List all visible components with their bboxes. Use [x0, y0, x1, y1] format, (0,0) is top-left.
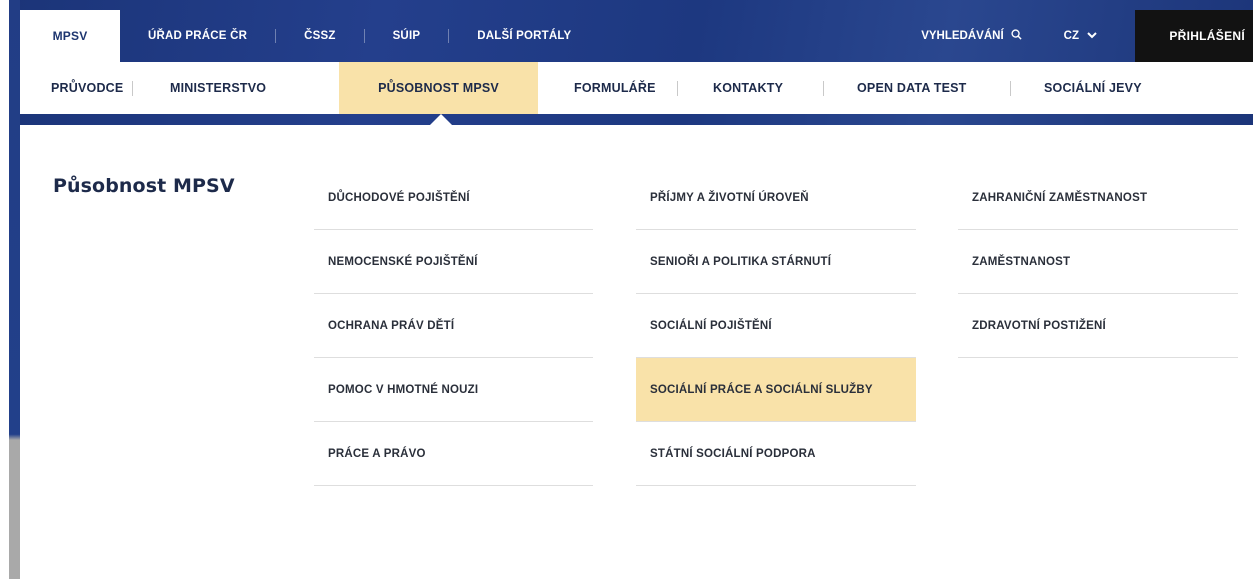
- login-button[interactable]: PŘIHLÁŠENÍ: [1135, 10, 1253, 62]
- menu-item-zamestnanost[interactable]: ZAMĚSTNANOST: [958, 230, 1238, 294]
- language-selector[interactable]: CZ: [1064, 30, 1097, 42]
- portal-link-urad-prace[interactable]: ÚŘAD PRÁCE ČR: [148, 30, 247, 42]
- topbar-right: VYHLEDÁVÁNÍ CZ PŘIHLÁŠENÍ: [921, 10, 1253, 62]
- menu-item-ochrana-prav-deti[interactable]: OCHRANA PRÁV DĚTÍ: [314, 294, 593, 358]
- chevron-down-icon: [1087, 30, 1097, 42]
- menu-item-prijmy-a-zivotni-uroven[interactable]: PŘÍJMY A ŽIVOTNÍ ÚROVEŇ: [636, 166, 916, 230]
- nav-item-ministerstvo[interactable]: MINISTERSTVO: [133, 62, 339, 114]
- nav-item-socialni-jevy[interactable]: SOCIÁLNÍ JEVY: [1011, 62, 1161, 114]
- main-nav: PRŮVODCE MINISTERSTVO PŮSOBNOST MPSV FOR…: [20, 62, 1253, 114]
- menu-item-nemocenske-pojisteni[interactable]: NEMOCENSKÉ POJIŠTĚNÍ: [314, 230, 593, 294]
- page: MPSV ÚŘAD PRÁCE ČR ČSSZ SÚIP DALŠÍ PORTÁ…: [0, 0, 1253, 579]
- language-label: CZ: [1063, 30, 1079, 42]
- search-icon: [1011, 29, 1022, 43]
- topbar-home-mpsv[interactable]: MPSV: [20, 10, 120, 62]
- menu-column-2: PŘÍJMY A ŽIVOTNÍ ÚROVEŇ SENIOŘI A POLITI…: [636, 166, 916, 486]
- portal-link-cssz[interactable]: ČSSZ: [304, 30, 335, 42]
- portal-link-dalsi-portaly[interactable]: DALŠÍ PORTÁLY: [477, 30, 571, 42]
- nav-item-kontakty[interactable]: KONTAKTY: [678, 62, 823, 114]
- nav-item-pusobnost-mpsv[interactable]: PŮSOBNOST MPSV: [339, 62, 538, 114]
- search-label: VYHLEDÁVÁNÍ: [921, 30, 1004, 42]
- nav-item-open-data-test[interactable]: OPEN DATA TEST: [824, 62, 1010, 114]
- mega-menu-dropdown: Působnost MPSV DŮCHODOVÉ POJIŠTĚNÍ NEMOC…: [20, 125, 1253, 579]
- divider: [275, 29, 277, 43]
- divider: [363, 29, 365, 43]
- menu-item-statni-socialni-podpora[interactable]: STÁTNÍ SOCIÁLNÍ PODPORA: [636, 422, 916, 486]
- active-nav-caret: [430, 114, 452, 125]
- menu-column-3: ZAHRANIČNÍ ZAMĚSTNANOST ZAMĚSTNANOST ZDR…: [958, 166, 1238, 358]
- portal-link-suip[interactable]: SÚIP: [393, 30, 421, 42]
- divider: [448, 29, 450, 43]
- nav-item-pruvodce[interactable]: PRŮVODCE: [20, 62, 132, 114]
- menu-item-duchodove-pojisteni[interactable]: DŮCHODOVÉ POJIŠTĚNÍ: [314, 166, 593, 230]
- menu-item-socialni-pojisteni[interactable]: SOCIÁLNÍ POJIŠTĚNÍ: [636, 294, 916, 358]
- search-button[interactable]: VYHLEDÁVÁNÍ: [921, 29, 1022, 43]
- menu-item-zdravotni-postizeni[interactable]: ZDRAVOTNÍ POSTIŽENÍ: [958, 294, 1238, 358]
- menu-column-1: DŮCHODOVÉ POJIŠTĚNÍ NEMOCENSKÉ POJIŠTĚNÍ…: [314, 166, 593, 486]
- left-edge-margin: [0, 0, 9, 579]
- menu-item-socialni-prace-a-socialni-sluzby[interactable]: SOCIÁLNÍ PRÁCE A SOCIÁLNÍ SLUŽBY: [636, 358, 916, 422]
- nav-item-formulare[interactable]: FORMULÁŘE: [538, 62, 677, 114]
- dropdown-title: Působnost MPSV: [53, 175, 235, 197]
- portal-links: ÚŘAD PRÁCE ČR ČSSZ SÚIP DALŠÍ PORTÁLY: [120, 10, 921, 62]
- menu-item-zahranicni-zamestnanost[interactable]: ZAHRANIČNÍ ZAMĚSTNANOST: [958, 166, 1238, 230]
- top-bar: MPSV ÚŘAD PRÁCE ČR ČSSZ SÚIP DALŠÍ PORTÁ…: [20, 10, 1253, 62]
- menu-item-prace-a-pravo[interactable]: PRÁCE A PRÁVO: [314, 422, 593, 486]
- menu-item-pomoc-v-hmotne-nouzi[interactable]: POMOC V HMOTNÉ NOUZI: [314, 358, 593, 422]
- menu-item-seniori-a-politika-starnuti[interactable]: SENIOŘI A POLITIKA STÁRNUTÍ: [636, 230, 916, 294]
